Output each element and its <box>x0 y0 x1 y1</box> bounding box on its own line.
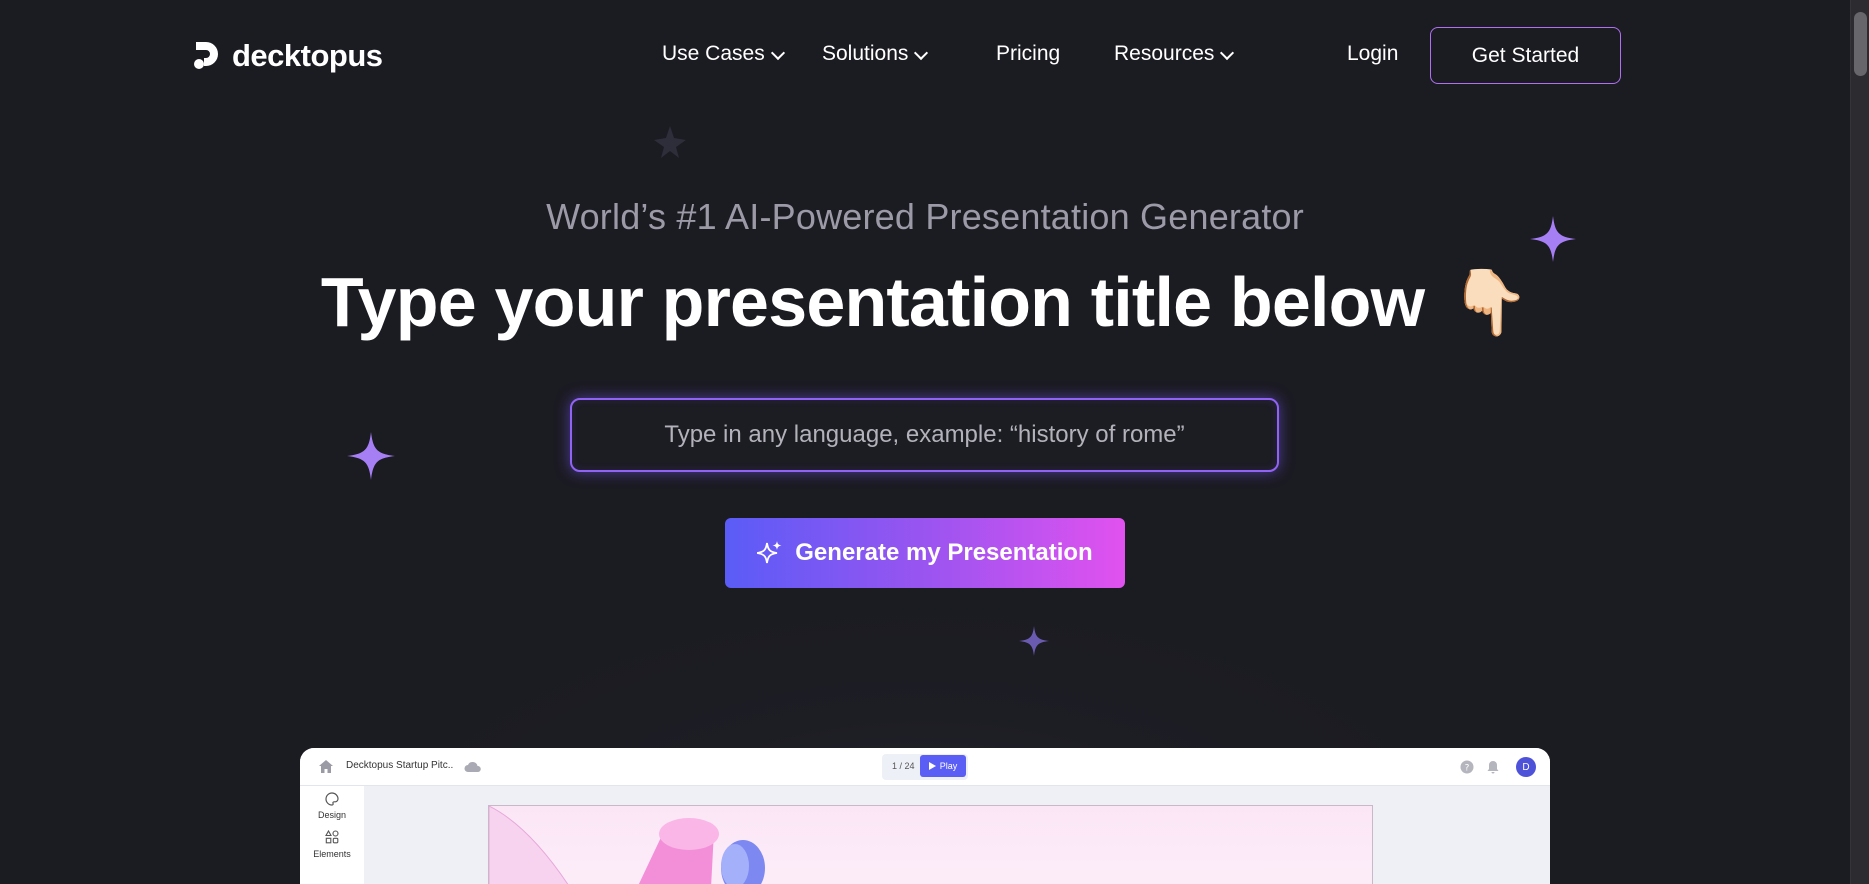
chevron-down-icon <box>1220 45 1235 60</box>
play-label: Play <box>939 761 958 771</box>
pointing-down-hand-icon: 👇🏻 <box>1450 266 1530 338</box>
shapes-icon <box>325 830 339 844</box>
user-avatar[interactable]: D <box>1516 757 1536 777</box>
help-icon[interactable]: ? <box>1460 760 1474 774</box>
slide-counter: 1 / 24 <box>892 761 915 771</box>
hero-subtitle: World’s #1 AI-Powered Presentation Gener… <box>546 196 1304 237</box>
editor-toolbar: Decktopus Startup Pitc.. 1 / 24 Play ? D <box>300 748 1550 786</box>
decktopus-logo-icon <box>194 42 218 69</box>
play-button[interactable]: Play <box>920 755 966 777</box>
editor-preview: Decktopus Startup Pitc.. 1 / 24 Play ? D <box>300 748 1550 884</box>
nav-solutions[interactable]: Solutions <box>822 42 929 66</box>
sidebar-item-label: Elements <box>313 849 351 859</box>
home-icon <box>319 760 333 773</box>
star-decoration-icon <box>654 126 686 158</box>
svg-text:?: ? <box>1465 764 1470 774</box>
chevron-down-icon <box>770 45 785 60</box>
presentation-title-input[interactable] <box>572 400 1277 470</box>
nav-resources-label: Resources <box>1114 42 1215 65</box>
brand-logo[interactable]: decktopus <box>192 38 383 74</box>
sparkles-icon <box>757 541 782 564</box>
sidebar-item-design[interactable]: Design <box>300 792 364 824</box>
landing-page: decktopus Use Cases Solutions Pricing Re… <box>0 0 1850 884</box>
editor-sidebar: Design Elements <box>300 786 364 884</box>
login-link[interactable]: Login <box>1347 42 1398 66</box>
cloud-icon <box>464 761 481 772</box>
sparkle-icon <box>1019 626 1049 656</box>
play-icon <box>928 762 936 770</box>
slide-artwork <box>488 805 765 884</box>
document-title: Decktopus Startup Pitc.. <box>346 760 454 771</box>
nav-resources[interactable]: Resources <box>1114 42 1235 66</box>
nav-use-cases-label: Use Cases <box>662 42 765 65</box>
sidebar-item-elements[interactable]: Elements <box>300 830 364 864</box>
generate-presentation-button[interactable]: Generate my Presentation <box>725 518 1125 588</box>
sparkle-icon <box>347 432 395 480</box>
generate-button-label: Generate my Presentation <box>795 539 1093 566</box>
brand-name: decktopus <box>232 38 383 73</box>
slide-canvas[interactable] <box>488 805 1373 884</box>
nav-pricing[interactable]: Pricing <box>996 42 1060 66</box>
nav-pricing-label: Pricing <box>996 42 1061 65</box>
get-started-button[interactable]: Get Started <box>1430 27 1621 84</box>
chevron-down-icon <box>914 45 929 60</box>
top-nav: decktopus Use Cases Solutions Pricing Re… <box>0 0 1850 110</box>
bell-icon[interactable] <box>1486 760 1500 774</box>
nav-solutions-label: Solutions <box>822 42 909 65</box>
page-scrollbar[interactable] <box>1850 0 1869 884</box>
hero-headline-text: Type your presentation title below <box>320 263 1425 341</box>
presentation-title-field <box>570 398 1279 472</box>
scrollbar-thumb[interactable] <box>1854 12 1867 76</box>
hero-headline: Type your presentation title below 👇🏻 <box>0 262 1850 342</box>
sidebar-item-label: Design <box>317 810 346 820</box>
nav-use-cases[interactable]: Use Cases <box>662 42 785 66</box>
palette-icon <box>325 792 339 806</box>
